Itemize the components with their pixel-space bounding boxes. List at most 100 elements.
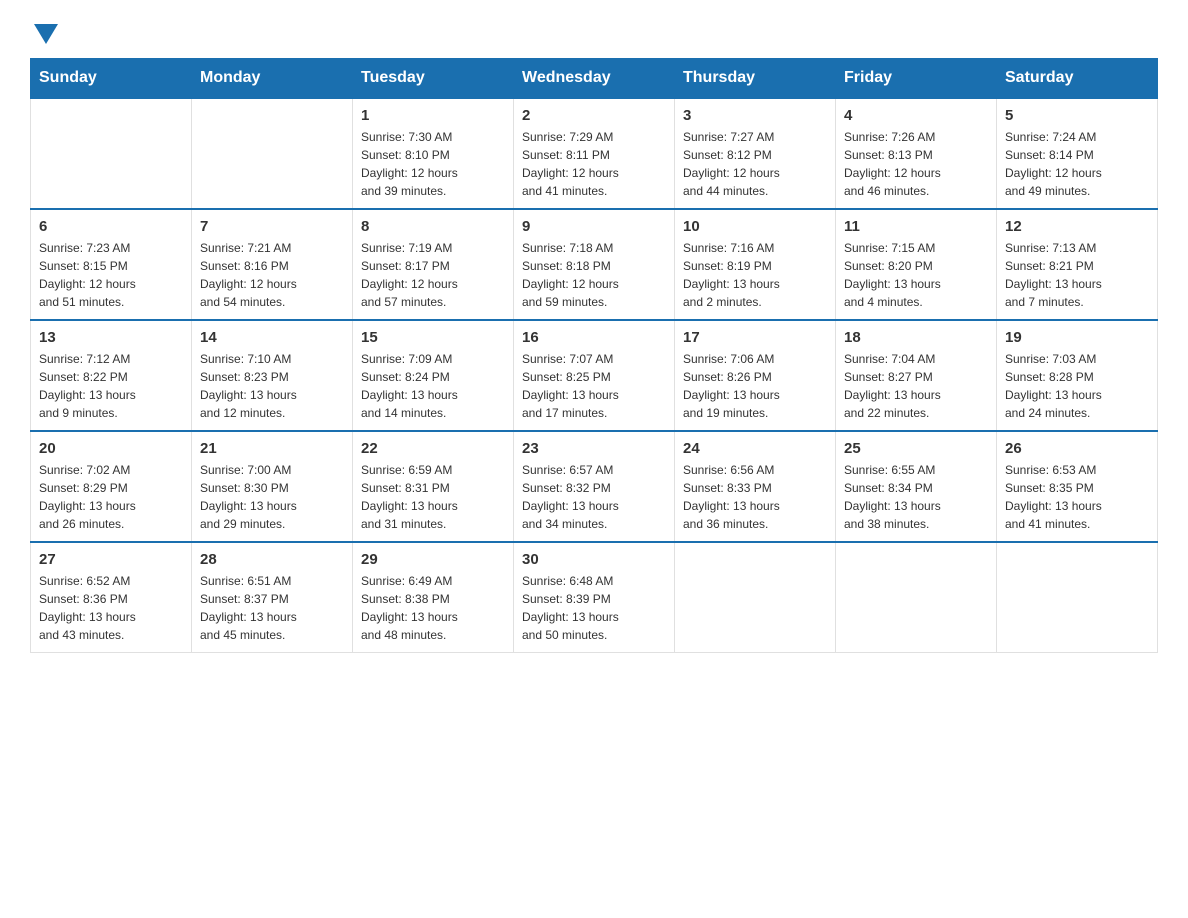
day-number: 22 — [361, 440, 505, 457]
day-info: Sunrise: 7:09 AM Sunset: 8:24 PM Dayligh… — [361, 350, 505, 422]
day-info: Sunrise: 6:51 AM Sunset: 8:37 PM Dayligh… — [200, 572, 344, 644]
day-info: Sunrise: 7:19 AM Sunset: 8:17 PM Dayligh… — [361, 239, 505, 311]
day-number: 7 — [200, 218, 344, 235]
day-number: 1 — [361, 107, 505, 124]
day-number: 27 — [39, 551, 183, 568]
calendar-cell: 21 Sunrise: 7:00 AM Sunset: 8:30 PM Dayli… — [192, 431, 353, 542]
day-number: 18 — [844, 329, 988, 346]
calendar-cell: 28 Sunrise: 6:51 AM Sunset: 8:37 PM Dayli… — [192, 542, 353, 653]
calendar-cell: 20 Sunrise: 7:02 AM Sunset: 8:29 PM Dayli… — [31, 431, 192, 542]
day-number: 10 — [683, 218, 827, 235]
calendar-cell: 27 Sunrise: 6:52 AM Sunset: 8:36 PM Dayli… — [31, 542, 192, 653]
day-info: Sunrise: 6:56 AM Sunset: 8:33 PM Dayligh… — [683, 461, 827, 533]
calendar-cell: 13 Sunrise: 7:12 AM Sunset: 8:22 PM Dayli… — [31, 320, 192, 431]
weekday-header-wednesday: Wednesday — [514, 59, 675, 99]
logo-triangle-icon — [34, 24, 58, 44]
calendar-cell — [31, 98, 192, 209]
day-info: Sunrise: 7:16 AM Sunset: 8:19 PM Dayligh… — [683, 239, 827, 311]
day-number: 4 — [844, 107, 988, 124]
day-number: 2 — [522, 107, 666, 124]
calendar-cell: 19 Sunrise: 7:03 AM Sunset: 8:28 PM Dayli… — [997, 320, 1158, 431]
calendar-cell: 2Sunrise: 7:29 AM Sunset: 8:11 PM Daylig… — [514, 98, 675, 209]
day-number: 24 — [683, 440, 827, 457]
calendar-header-row: SundayMondayTuesdayWednesdayThursdayFrid… — [31, 59, 1158, 99]
day-info: Sunrise: 7:26 AM Sunset: 8:13 PM Dayligh… — [844, 128, 988, 200]
day-number: 28 — [200, 551, 344, 568]
calendar-cell: 22 Sunrise: 6:59 AM Sunset: 8:31 PM Dayli… — [353, 431, 514, 542]
day-number: 6 — [39, 218, 183, 235]
day-number: 11 — [844, 218, 988, 235]
calendar-cell: 23 Sunrise: 6:57 AM Sunset: 8:32 PM Dayli… — [514, 431, 675, 542]
day-info: Sunrise: 7:13 AM Sunset: 8:21 PM Dayligh… — [1005, 239, 1149, 311]
calendar-cell: 6 Sunrise: 7:23 AM Sunset: 8:15 PM Daylig… — [31, 209, 192, 320]
day-number: 17 — [683, 329, 827, 346]
day-info: Sunrise: 6:55 AM Sunset: 8:34 PM Dayligh… — [844, 461, 988, 533]
calendar-cell: 16 Sunrise: 7:07 AM Sunset: 8:25 PM Dayli… — [514, 320, 675, 431]
calendar-cell — [836, 542, 997, 653]
day-info: Sunrise: 7:27 AM Sunset: 8:12 PM Dayligh… — [683, 128, 827, 200]
day-info: Sunrise: 7:18 AM Sunset: 8:18 PM Dayligh… — [522, 239, 666, 311]
day-number: 30 — [522, 551, 666, 568]
day-number: 29 — [361, 551, 505, 568]
day-info: Sunrise: 6:52 AM Sunset: 8:36 PM Dayligh… — [39, 572, 183, 644]
calendar-cell: 14Sunrise: 7:10 AM Sunset: 8:23 PM Dayli… — [192, 320, 353, 431]
day-number: 21 — [200, 440, 344, 457]
weekday-header-sunday: Sunday — [31, 59, 192, 99]
day-number: 15 — [361, 329, 505, 346]
day-info: Sunrise: 6:49 AM Sunset: 8:38 PM Dayligh… — [361, 572, 505, 644]
day-number: 14 — [200, 329, 344, 346]
calendar-week-row: 20 Sunrise: 7:02 AM Sunset: 8:29 PM Dayli… — [31, 431, 1158, 542]
day-number: 16 — [522, 329, 666, 346]
day-number: 13 — [39, 329, 183, 346]
calendar-cell: 1Sunrise: 7:30 AM Sunset: 8:10 PM Daylig… — [353, 98, 514, 209]
calendar-cell — [997, 542, 1158, 653]
day-info: Sunrise: 6:48 AM Sunset: 8:39 PM Dayligh… — [522, 572, 666, 644]
day-info: Sunrise: 6:59 AM Sunset: 8:31 PM Dayligh… — [361, 461, 505, 533]
day-number: 5 — [1005, 107, 1149, 124]
calendar-cell: 24 Sunrise: 6:56 AM Sunset: 8:33 PM Dayli… — [675, 431, 836, 542]
weekday-header-tuesday: Tuesday — [353, 59, 514, 99]
day-info: Sunrise: 6:57 AM Sunset: 8:32 PM Dayligh… — [522, 461, 666, 533]
calendar-cell: 8 Sunrise: 7:19 AM Sunset: 8:17 PM Daylig… — [353, 209, 514, 320]
day-info: Sunrise: 7:04 AM Sunset: 8:27 PM Dayligh… — [844, 350, 988, 422]
day-number: 3 — [683, 107, 827, 124]
calendar-cell: 11 Sunrise: 7:15 AM Sunset: 8:20 PM Dayli… — [836, 209, 997, 320]
calendar-cell: 5Sunrise: 7:24 AM Sunset: 8:14 PM Daylig… — [997, 98, 1158, 209]
day-number: 19 — [1005, 329, 1149, 346]
day-info: Sunrise: 6:53 AM Sunset: 8:35 PM Dayligh… — [1005, 461, 1149, 533]
day-info: Sunrise: 7:06 AM Sunset: 8:26 PM Dayligh… — [683, 350, 827, 422]
calendar-cell: 30 Sunrise: 6:48 AM Sunset: 8:39 PM Dayli… — [514, 542, 675, 653]
calendar-cell — [192, 98, 353, 209]
day-info: Sunrise: 7:23 AM Sunset: 8:15 PM Dayligh… — [39, 239, 183, 311]
calendar-cell: 10 Sunrise: 7:16 AM Sunset: 8:19 PM Dayli… — [675, 209, 836, 320]
day-info: Sunrise: 7:15 AM Sunset: 8:20 PM Dayligh… — [844, 239, 988, 311]
calendar-table: SundayMondayTuesdayWednesdayThursdayFrid… — [30, 58, 1158, 653]
page-header — [30, 20, 1158, 38]
calendar-cell: 25Sunrise: 6:55 AM Sunset: 8:34 PM Dayli… — [836, 431, 997, 542]
calendar-cell: 12 Sunrise: 7:13 AM Sunset: 8:21 PM Dayli… — [997, 209, 1158, 320]
day-info: Sunrise: 7:02 AM Sunset: 8:29 PM Dayligh… — [39, 461, 183, 533]
day-info: Sunrise: 7:03 AM Sunset: 8:28 PM Dayligh… — [1005, 350, 1149, 422]
calendar-week-row: 6 Sunrise: 7:23 AM Sunset: 8:15 PM Daylig… — [31, 209, 1158, 320]
weekday-header-saturday: Saturday — [997, 59, 1158, 99]
calendar-cell: 29 Sunrise: 6:49 AM Sunset: 8:38 PM Dayli… — [353, 542, 514, 653]
day-number: 23 — [522, 440, 666, 457]
calendar-cell: 18 Sunrise: 7:04 AM Sunset: 8:27 PM Dayli… — [836, 320, 997, 431]
calendar-cell: 17 Sunrise: 7:06 AM Sunset: 8:26 PM Dayli… — [675, 320, 836, 431]
day-info: Sunrise: 7:12 AM Sunset: 8:22 PM Dayligh… — [39, 350, 183, 422]
day-info: Sunrise: 7:07 AM Sunset: 8:25 PM Dayligh… — [522, 350, 666, 422]
calendar-cell: 4 Sunrise: 7:26 AM Sunset: 8:13 PM Daylig… — [836, 98, 997, 209]
calendar-cell: 3 Sunrise: 7:27 AM Sunset: 8:12 PM Daylig… — [675, 98, 836, 209]
weekday-header-thursday: Thursday — [675, 59, 836, 99]
day-number: 20 — [39, 440, 183, 457]
day-number: 12 — [1005, 218, 1149, 235]
calendar-week-row: 13 Sunrise: 7:12 AM Sunset: 8:22 PM Dayli… — [31, 320, 1158, 431]
weekday-header-monday: Monday — [192, 59, 353, 99]
weekday-header-friday: Friday — [836, 59, 997, 99]
day-info: Sunrise: 7:00 AM Sunset: 8:30 PM Dayligh… — [200, 461, 344, 533]
calendar-cell: 15 Sunrise: 7:09 AM Sunset: 8:24 PM Dayli… — [353, 320, 514, 431]
day-info: Sunrise: 7:21 AM Sunset: 8:16 PM Dayligh… — [200, 239, 344, 311]
calendar-week-row: 1Sunrise: 7:30 AM Sunset: 8:10 PM Daylig… — [31, 98, 1158, 209]
day-number: 8 — [361, 218, 505, 235]
calendar-cell: 9Sunrise: 7:18 AM Sunset: 8:18 PM Daylig… — [514, 209, 675, 320]
